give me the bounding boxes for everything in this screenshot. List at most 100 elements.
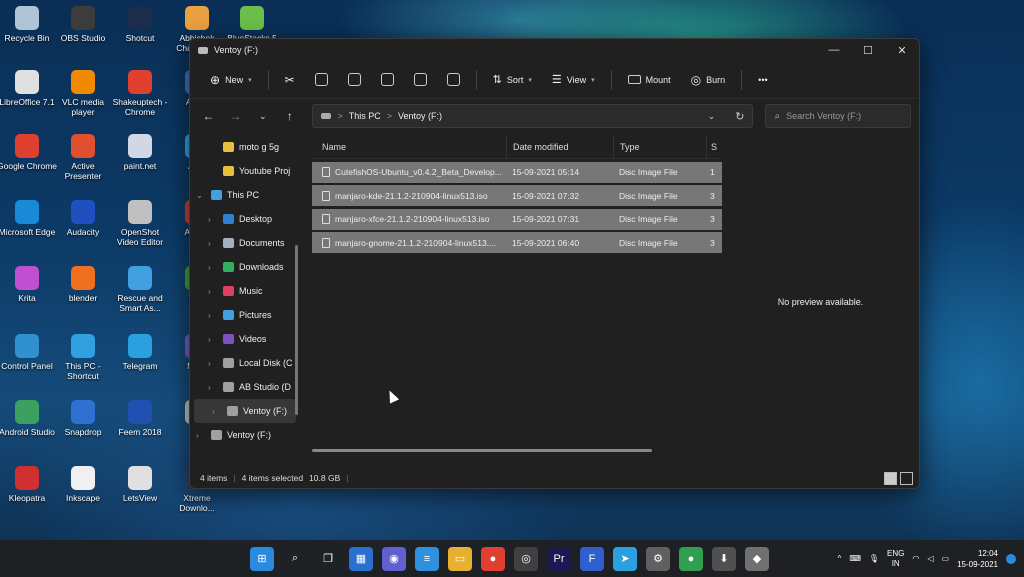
tray-overflow-chevron[interactable]: ^ [838, 554, 842, 563]
file-row[interactable]: manjaro-xfce-21.1.2-210904-linux513.iso 1… [312, 208, 722, 230]
chevron-icon[interactable]: › [208, 359, 218, 368]
nav-item[interactable]: › Ventoy (F:) [190, 423, 300, 447]
chevron-icon[interactable]: › [208, 215, 218, 224]
telegram-icon[interactable]: ➤ [613, 546, 637, 571]
desktop-icon[interactable]: Telegram [110, 334, 170, 371]
nav-item[interactable]: ⌄ This PC [190, 183, 300, 207]
desktop-icon[interactable]: This PC - Shortcut [53, 334, 113, 381]
desktop-icon[interactable]: Shakeuptech - Chrome [110, 70, 170, 117]
tiles-view-button[interactable] [900, 471, 913, 485]
breadcrumb-this-pc[interactable]: This PC [349, 111, 381, 121]
desktop-icon[interactable]: Microsoft Edge [0, 200, 57, 237]
download-manager-icon[interactable]: ⬇ [712, 546, 736, 571]
desktop-icon[interactable]: Active Presenter [53, 134, 113, 181]
desktop-icon[interactable]: Krita [0, 266, 57, 303]
details-view-button[interactable] [884, 471, 897, 485]
desktop-icon[interactable]: LibreOffice 7.1 [0, 70, 57, 107]
nav-item[interactable]: › Music [190, 279, 300, 303]
desktop-icon[interactable]: VLC media player [53, 70, 113, 117]
nav-item[interactable]: › Ventoy (F:) [194, 399, 296, 423]
clock[interactable]: 12:04 15-09-2021 [957, 548, 998, 570]
settings-icon[interactable]: ⚙ [646, 546, 670, 571]
desktop-icon[interactable]: Recycle Bin [0, 6, 57, 43]
address-dropdown-icon[interactable]: ⌄ [708, 111, 716, 122]
input-language[interactable]: ENG IN [887, 549, 904, 569]
desktop-icon[interactable]: Android Studio [0, 400, 57, 437]
desktop-icon[interactable]: Rescue and Smart As... [110, 266, 170, 313]
teams-chat-icon[interactable]: ◉ [382, 546, 406, 571]
new-button[interactable]: ⊕ New ▾ [202, 67, 260, 93]
microphone-icon[interactable]: 🎙 [869, 554, 879, 563]
wifi-icon[interactable]: ◠ [912, 554, 919, 563]
notepad-icon[interactable]: ≡ [415, 546, 439, 571]
desktop-icon[interactable]: blender [53, 266, 113, 303]
nav-item[interactable]: › Pictures [190, 303, 300, 327]
desktop-icon[interactable]: Audacity [53, 200, 113, 237]
minimize-button[interactable]: — [817, 44, 851, 57]
chrome-icon[interactable]: ● [481, 546, 505, 571]
file-row[interactable]: CutefishOS-Ubuntu_v0.4.2_Beta_Develop...… [312, 161, 722, 183]
chevron-icon[interactable]: › [208, 287, 218, 296]
virtualbox-icon[interactable]: ◆ [745, 546, 769, 571]
desktop-icon[interactable]: paint.net [110, 134, 170, 171]
chevron-icon[interactable]: › [208, 239, 218, 248]
battery-icon[interactable]: ▭ [942, 554, 950, 563]
nav-item[interactable]: › Videos [190, 327, 300, 351]
nav-item[interactable]: › Documents [190, 231, 300, 255]
chevron-icon[interactable]: › [208, 335, 218, 344]
task-view-icon[interactable]: ❐ [316, 547, 340, 571]
file-row[interactable]: manjaro-kde-21.1.2-210904-linux513.iso 15… [312, 185, 722, 206]
notification-icon[interactable] [1006, 553, 1016, 564]
chevron-icon[interactable]: › [208, 263, 218, 272]
nav-item[interactable]: › Local Disk (C [190, 351, 300, 375]
chevron-icon[interactable]: › [212, 407, 222, 416]
desktop-icon[interactable]: OpenShot Video Editor [110, 200, 170, 247]
nav-item[interactable]: › Desktop [190, 207, 300, 231]
start-icon[interactable]: ⊞ [250, 546, 274, 571]
desktop-icon[interactable]: Google Chrome [0, 134, 57, 171]
nav-item[interactable]: › AB Studio (D [190, 375, 300, 399]
nav-pane-scrollbar[interactable] [295, 245, 298, 415]
search-icon[interactable]: ⌕ [283, 547, 307, 571]
desktop-icon[interactable]: Inkscape [53, 466, 113, 503]
delete-button[interactable] [439, 67, 468, 93]
burn-button[interactable]: ◎ Burn [683, 67, 734, 93]
mount-button[interactable]: Mount [620, 67, 679, 93]
more-options-button[interactable]: ••• [750, 67, 775, 93]
paste-button[interactable] [340, 67, 369, 93]
file-row[interactable]: manjaro-gnome-21.1.2-210904-linux513....… [312, 232, 722, 253]
chevron-icon[interactable]: ⌄ [196, 191, 206, 200]
chevron-icon[interactable]: › [208, 311, 218, 320]
nav-item[interactable]: › Downloads [190, 255, 300, 279]
nav-item[interactable]: Youtube Proj [190, 159, 300, 183]
sort-button[interactable]: ⇅ Sort ▾ [485, 67, 540, 93]
premiere-icon[interactable]: Pr [547, 546, 571, 571]
chevron-icon[interactable]: › [208, 383, 218, 392]
column-name[interactable]: Name [312, 142, 506, 152]
address-bar[interactable]: > This PC > Ventoy (F:) ⌄ ↻ [312, 104, 754, 128]
nav-item[interactable]: moto g 5g [190, 135, 300, 159]
column-size[interactable]: S [706, 135, 722, 158]
chevron-icon[interactable]: › [196, 431, 206, 440]
desktop-icon[interactable]: Shotcut [110, 6, 170, 43]
volume-icon[interactable]: ◁ [927, 554, 933, 563]
obs-icon[interactable]: ◎ [514, 546, 538, 571]
desktop-icon[interactable]: OBS Studio [53, 6, 113, 43]
desktop-icon[interactable]: LetsView [110, 466, 170, 503]
search-box[interactable]: ⌕ Search Ventoy (F:) [765, 104, 912, 128]
refresh-icon[interactable]: ↻ [735, 110, 744, 123]
desktop-icon[interactable]: Control Panel [0, 334, 57, 371]
recent-locations-button[interactable]: ⌄ [252, 111, 273, 122]
desktop-icon[interactable]: Snapdrop [53, 400, 113, 437]
forward-button[interactable]: → [225, 109, 246, 123]
copy-button[interactable] [307, 67, 336, 93]
column-type[interactable]: Type [613, 135, 706, 158]
chrome-profile-icon[interactable]: ● [679, 546, 703, 571]
cut-button[interactable]: ✂ [277, 67, 303, 93]
back-button[interactable]: ← [198, 109, 219, 123]
title-bar[interactable]: Ventoy (F:) — ☐ ✕ [190, 39, 919, 61]
close-button[interactable]: ✕ [885, 44, 919, 57]
column-date-modified[interactable]: Date modified [506, 135, 613, 158]
desktop-icon[interactable]: Feem 2018 [110, 400, 170, 437]
feem-icon[interactable]: F [580, 546, 604, 571]
